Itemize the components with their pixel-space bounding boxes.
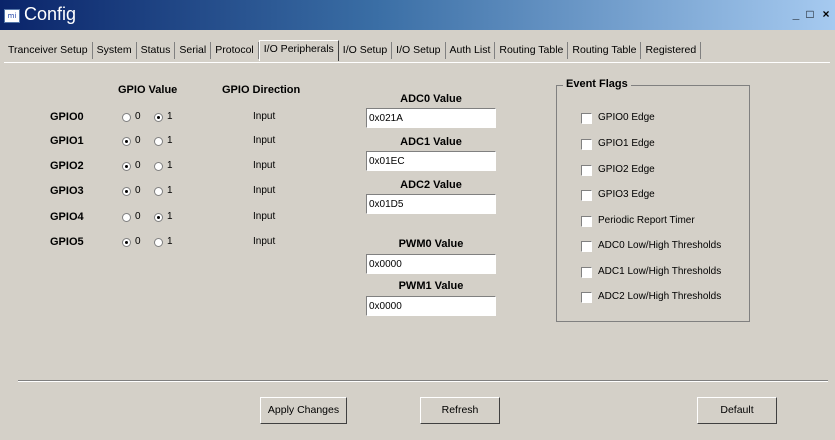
gpio-direction: Input	[253, 236, 276, 247]
gpio3-radio-0-label: 0	[135, 185, 141, 196]
tab-status[interactable]: Status	[137, 42, 176, 59]
gpio4-radio-1[interactable]	[154, 213, 163, 222]
adc0-threshold-checkbox[interactable]	[581, 241, 592, 252]
gpio-label: GPIO3	[50, 185, 84, 197]
gpio5-radio-1[interactable]	[154, 238, 163, 247]
adc2-threshold-checkbox[interactable]	[581, 292, 592, 303]
tab-io-setup-2[interactable]: I/O Setup	[392, 42, 446, 59]
gpio0-radio-0[interactable]	[122, 113, 131, 122]
tab-protocol[interactable]: Protocol	[211, 42, 259, 59]
gpio2-radio-0[interactable]	[122, 162, 131, 171]
periodic-report-timer-checkbox[interactable]	[581, 216, 592, 227]
tab-strip: Tranceiver Setup System Status Serial Protoc…	[4, 40, 829, 61]
gpio0-edge-checkbox[interactable]	[581, 113, 592, 124]
separator	[18, 380, 828, 382]
adc1-field[interactable]	[366, 151, 496, 171]
apply-changes-button[interactable]: Apply Changes	[260, 397, 347, 424]
event-flags-title: Event Flags	[563, 78, 631, 90]
tab-system[interactable]: System	[93, 42, 137, 59]
window-title: Config	[24, 4, 77, 24]
gpio-label: GPIO2	[50, 160, 84, 172]
tab-tranceiver-setup[interactable]: Tranceiver Setup	[4, 42, 93, 59]
app-icon: mi	[4, 9, 20, 23]
adc0-field[interactable]	[366, 108, 496, 128]
tab-auth-list[interactable]: Auth List	[446, 42, 496, 59]
gpio1-radio-1[interactable]	[154, 137, 163, 146]
minimize-button[interactable]: _	[789, 8, 803, 22]
tab-routing-table-2[interactable]: Routing Table	[568, 42, 642, 59]
gpio-label: GPIO5	[50, 236, 84, 248]
gpio4-radio-1-label: 1	[167, 211, 173, 222]
pwm1-label: PWM1 Value	[398, 280, 464, 292]
adc2-label: ADC2 Value	[400, 179, 462, 191]
adc1-threshold-checkbox[interactable]	[581, 267, 592, 278]
pwm0-field[interactable]	[366, 254, 496, 274]
gpio-direction: Input	[253, 160, 276, 171]
adc1-label: ADC1 Value	[400, 136, 462, 148]
tab-io-setup[interactable]: I/O Setup	[339, 42, 393, 59]
tab-serial[interactable]: Serial	[175, 42, 212, 59]
gpio5-radio-1-label: 1	[167, 236, 173, 247]
adc2-threshold-label: ADC2 Low/High Thresholds	[598, 291, 722, 302]
gpio2-radio-0-label: 0	[135, 160, 141, 171]
tab-io-peripherals[interactable]: I/O Peripherals	[258, 40, 339, 61]
gpio-label: GPIO0	[50, 111, 84, 123]
gpio2-radio-1[interactable]	[154, 162, 163, 171]
adc2-field[interactable]	[366, 194, 496, 214]
gpio5-radio-0-label: 0	[135, 236, 141, 247]
gpio0-radio-0-label: 0	[135, 111, 141, 122]
gpio1-edge-checkbox[interactable]	[581, 139, 592, 150]
gpio-direction: Input	[253, 135, 276, 146]
gpio3-radio-1-label: 1	[167, 185, 173, 196]
gpio-label: GPIO1	[50, 135, 84, 147]
gpio3-edge-checkbox[interactable]	[581, 190, 592, 201]
tab-routing-table[interactable]: Routing Table	[495, 42, 569, 59]
gpio-direction-header: GPIO Direction	[222, 84, 301, 96]
gpio4-radio-0-label: 0	[135, 211, 141, 222]
pwm0-label: PWM0 Value	[398, 238, 464, 250]
gpio1-edge-label: GPIO1 Edge	[598, 138, 655, 149]
gpio0-radio-1[interactable]	[154, 113, 163, 122]
gpio3-edge-label: GPIO3 Edge	[598, 189, 655, 200]
gpio1-radio-1-label: 1	[167, 135, 173, 146]
gpio0-radio-1-label: 1	[167, 111, 173, 122]
close-button[interactable]: ×	[819, 8, 833, 22]
refresh-button[interactable]: Refresh	[420, 397, 500, 424]
gpio-direction: Input	[253, 111, 276, 122]
gpio-value-header: GPIO Value	[118, 84, 178, 96]
gpio5-radio-0[interactable]	[122, 238, 131, 247]
gpio-label: GPIO4	[50, 211, 84, 223]
gpio2-edge-checkbox[interactable]	[581, 165, 592, 176]
default-button[interactable]: Default	[697, 397, 777, 424]
adc0-threshold-label: ADC0 Low/High Thresholds	[598, 240, 722, 251]
gpio2-edge-label: GPIO2 Edge	[598, 164, 655, 175]
gpio2-radio-1-label: 1	[167, 160, 173, 171]
adc0-label: ADC0 Value	[400, 93, 462, 105]
gpio3-radio-1[interactable]	[154, 187, 163, 196]
adc1-threshold-label: ADC1 Low/High Thresholds	[598, 266, 722, 277]
gpio-direction: Input	[253, 185, 276, 196]
gpio-direction: Input	[253, 211, 276, 222]
gpio0-edge-label: GPIO0 Edge	[598, 112, 655, 123]
gpio1-radio-0[interactable]	[122, 137, 131, 146]
periodic-report-timer-label: Periodic Report Timer	[598, 215, 695, 226]
gpio4-radio-0[interactable]	[122, 213, 131, 222]
gpio1-radio-0-label: 0	[135, 135, 141, 146]
title-bar[interactable]: mi Config _ □ ×	[0, 0, 835, 30]
tab-registered[interactable]: Registered	[641, 42, 702, 59]
pwm1-field[interactable]	[366, 296, 496, 316]
gpio3-radio-0[interactable]	[122, 187, 131, 196]
maximize-button[interactable]: □	[803, 8, 817, 22]
